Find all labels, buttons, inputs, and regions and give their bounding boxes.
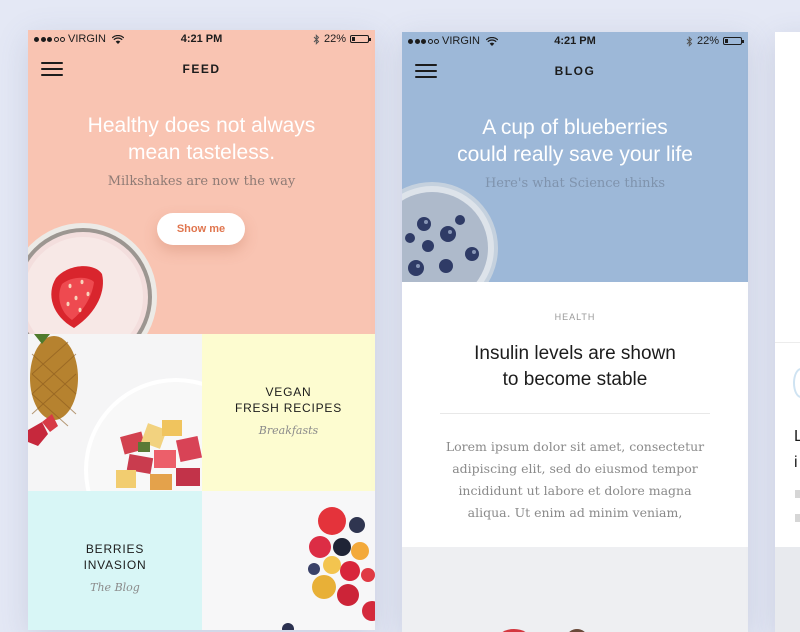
feed-hero-subtitle: Milkshakes are now the way <box>107 174 296 189</box>
post-title[interactable]: Insulin levels are shown to become stabl… <box>402 341 748 393</box>
feed-screen: VIRGIN 4:21 PM 22% FEED Healthy does not… <box>28 30 375 630</box>
third-screen: L i <box>775 32 800 632</box>
status-right: 22% <box>313 33 371 45</box>
divider <box>775 342 800 343</box>
berries-tile-subtitle: The Blog <box>90 581 140 594</box>
show-me-button[interactable]: Show me <box>157 213 245 245</box>
divider <box>440 413 710 414</box>
status-bar: VIRGIN 4:21 PM 22% <box>28 30 375 50</box>
berries-image <box>202 491 375 630</box>
avatar <box>793 368 800 398</box>
berries-photo-tile[interactable] <box>202 491 375 630</box>
partial-text <box>795 490 800 498</box>
blog-screen: VIRGIN 4:21 PM 22% BLOG A cup of blueber… <box>402 32 748 632</box>
fruit-bowl-tile[interactable] <box>28 334 202 491</box>
bluetooth-icon <box>313 33 320 45</box>
berries-tile-title: BERRIES INVASION <box>83 542 147 572</box>
berries-invasion-tile[interactable]: BERRIES INVASION The Blog <box>28 491 202 630</box>
battery-percent: 22% <box>696 35 719 47</box>
vegan-tile-title: VEGAN FRESH RECIPES <box>234 385 343 415</box>
next-post-image-art <box>402 547 748 632</box>
fruit-bowl-image <box>28 334 202 491</box>
partial-letter: L <box>794 428 800 445</box>
vegan-tile-subtitle: Breakfasts <box>258 424 319 437</box>
battery-percent: 22% <box>323 33 346 45</box>
next-post-image[interactable] <box>402 547 748 632</box>
post-excerpt: Lorem ipsum dolor sit amet, consectetur … <box>445 439 705 520</box>
partial-letter: i <box>794 454 798 471</box>
nav-title: FEED <box>182 62 221 76</box>
status-right: 22% <box>686 35 744 47</box>
blueberry-bowl-image <box>402 182 498 282</box>
feed-hero-title: Healthy does not always mean tasteless. <box>87 114 316 164</box>
status-bar: VIRGIN 4:21 PM 22% <box>402 32 748 52</box>
third-screen-header <box>775 32 800 342</box>
blog-hero-subtitle: Here's what Science thinks <box>484 176 666 191</box>
partial-image <box>775 547 800 632</box>
partial-text <box>795 514 800 522</box>
battery-icon <box>723 37 744 45</box>
nav-title: BLOG <box>554 64 596 78</box>
post-category[interactable]: HEALTH <box>402 312 748 322</box>
vegan-recipes-tile[interactable]: VEGAN FRESH RECIPES Breakfasts <box>202 334 375 491</box>
milkshake-image <box>28 223 157 340</box>
blog-hero-title: A cup of blueberries could really save y… <box>457 116 693 166</box>
battery-icon <box>350 35 371 43</box>
bluetooth-icon <box>686 35 693 47</box>
